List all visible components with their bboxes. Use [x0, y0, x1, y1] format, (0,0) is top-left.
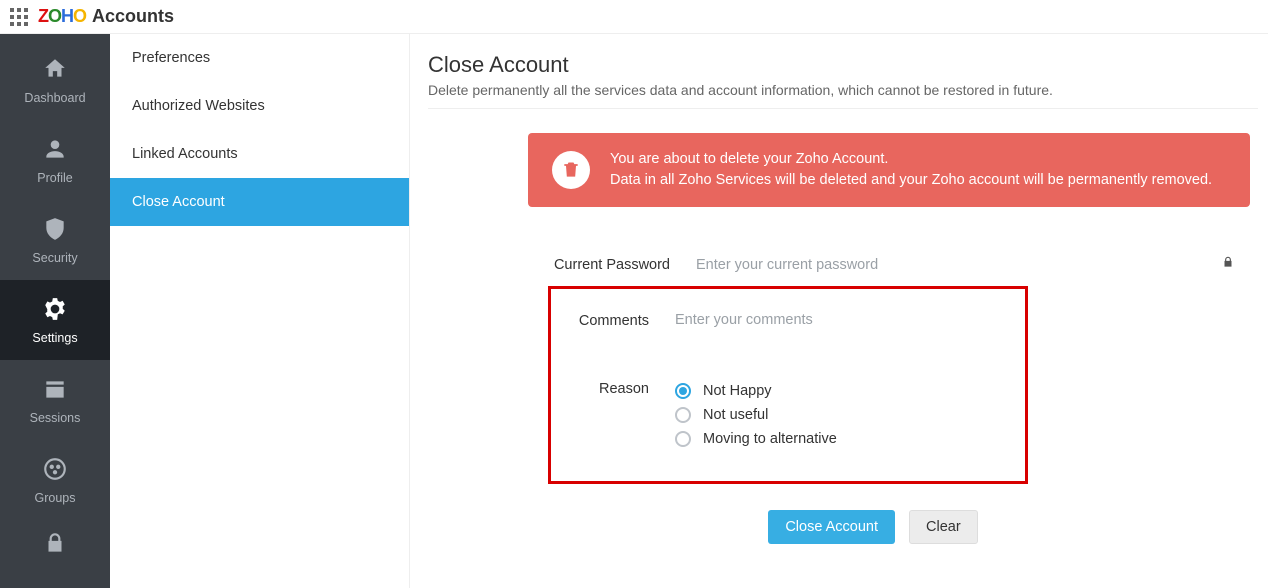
action-buttons: Close Account Clear [428, 510, 1258, 544]
nav-dashboard[interactable]: Dashboard [0, 40, 110, 120]
reason-option-not-useful[interactable]: Not useful [675, 403, 1013, 427]
reason-option-not-happy[interactable]: Not Happy [675, 379, 1013, 403]
nav-label: Security [32, 251, 77, 265]
user-icon [42, 136, 68, 167]
divider [428, 108, 1258, 109]
calendar-icon [42, 376, 68, 407]
nav-security[interactable]: Security [0, 200, 110, 280]
settings-subnav: Preferences Authorized Websites Linked A… [110, 34, 410, 588]
shield-icon [42, 216, 68, 247]
reason-option-label: Not useful [703, 407, 768, 423]
app-name: Accounts [92, 6, 174, 27]
home-icon [42, 56, 68, 87]
trash-icon [552, 151, 590, 189]
warning-banner: You are about to delete your Zoho Accoun… [528, 133, 1250, 207]
page-title: Close Account [428, 52, 1258, 78]
reason-label: Reason [563, 379, 675, 397]
reason-option-moving[interactable]: Moving to alternative [675, 427, 1013, 451]
warning-line-2: Data in all Zoho Services will be delete… [610, 170, 1212, 191]
comments-label: Comments [563, 311, 675, 329]
page-description: Delete permanently all the services data… [428, 82, 1258, 98]
reason-option-label: Not Happy [703, 383, 772, 399]
password-label: Current Password [528, 255, 696, 273]
nav-lock[interactable] [0, 520, 110, 570]
nav-label: Sessions [30, 411, 81, 425]
password-input[interactable]: Enter your current password [696, 257, 1218, 273]
clear-button[interactable]: Clear [909, 510, 978, 544]
warning-line-1: You are about to delete your Zoho Accoun… [610, 149, 1212, 170]
main-content: Close Account Delete permanently all the… [410, 34, 1268, 588]
subnav-close-account[interactable]: Close Account [110, 178, 409, 226]
nav-profile[interactable]: Profile [0, 120, 110, 200]
nav-label: Profile [37, 171, 72, 185]
brand: ZOHO Accounts [38, 6, 174, 27]
lock-icon [42, 530, 68, 561]
nav-label: Dashboard [24, 91, 85, 105]
radio-unchecked-icon [675, 407, 691, 423]
subnav-linked-accounts[interactable]: Linked Accounts [110, 130, 409, 178]
gear-icon [42, 296, 68, 327]
sidebar: Dashboard Profile Security Settings Sess… [0, 34, 110, 588]
topbar: ZOHO Accounts [0, 0, 1268, 34]
reason-option-label: Moving to alternative [703, 431, 837, 447]
nav-settings[interactable]: Settings [0, 280, 110, 360]
nav-groups[interactable]: Groups [0, 440, 110, 520]
close-account-button[interactable]: Close Account [768, 510, 895, 544]
zoho-logo: ZOHO [38, 6, 86, 27]
nav-sessions[interactable]: Sessions [0, 360, 110, 440]
highlighted-section: Comments Enter your comments Reason Not … [548, 286, 1028, 484]
radio-checked-icon [675, 383, 691, 399]
subnav-authorized-websites[interactable]: Authorized Websites [110, 82, 409, 130]
comments-input[interactable]: Enter your comments [675, 312, 813, 328]
subnav-preferences[interactable]: Preferences [110, 34, 409, 82]
radio-unchecked-icon [675, 431, 691, 447]
nav-label: Settings [32, 331, 77, 345]
lock-icon [1218, 255, 1258, 274]
password-row: Current Password Enter your current pass… [428, 247, 1258, 286]
apps-grid-icon[interactable] [10, 8, 28, 26]
nav-label: Groups [35, 491, 76, 505]
group-icon [42, 456, 68, 487]
